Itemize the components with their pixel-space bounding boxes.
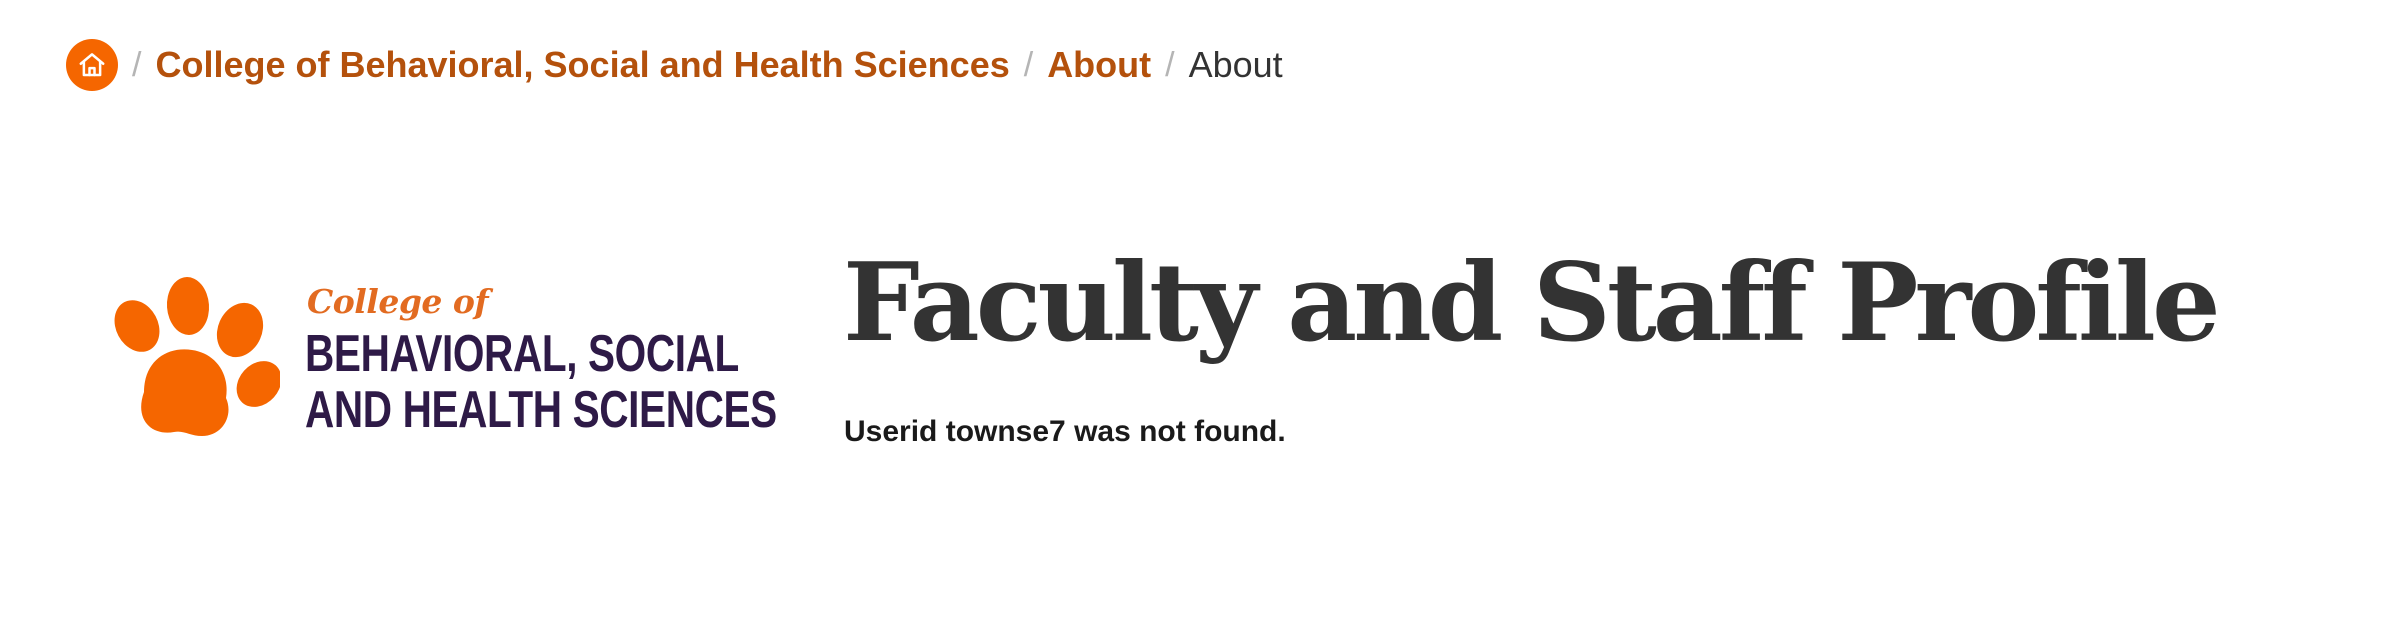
logo-line-2: AND HEALTH SCIENCES (305, 381, 777, 439)
not-found-message: Userid townse7 was not found. (844, 415, 1286, 448)
college-logo[interactable]: College of BEHAVIORAL, SOCIAL AND HEALTH… (104, 272, 777, 442)
page-title: Faculty and Staff Profile (843, 240, 2221, 366)
breadcrumb-link-college[interactable]: College of Behavioral, Social and Health… (155, 44, 1009, 86)
logo-college-of: College of (307, 282, 489, 321)
tiger-paw-icon (114, 277, 280, 436)
breadcrumb-separator: / (1023, 45, 1034, 84)
logo-line-1: BEHAVIORAL, SOCIAL (305, 325, 739, 383)
breadcrumb-separator: / (1165, 45, 1175, 84)
home-icon (79, 53, 105, 77)
breadcrumb-separator: / (132, 45, 142, 84)
breadcrumb-current: About (1188, 44, 1283, 85)
home-button[interactable] (66, 39, 118, 91)
breadcrumb-link-about[interactable]: About (1047, 44, 1151, 86)
breadcrumb: / College of Behavioral, Social and Heal… (66, 38, 1283, 92)
